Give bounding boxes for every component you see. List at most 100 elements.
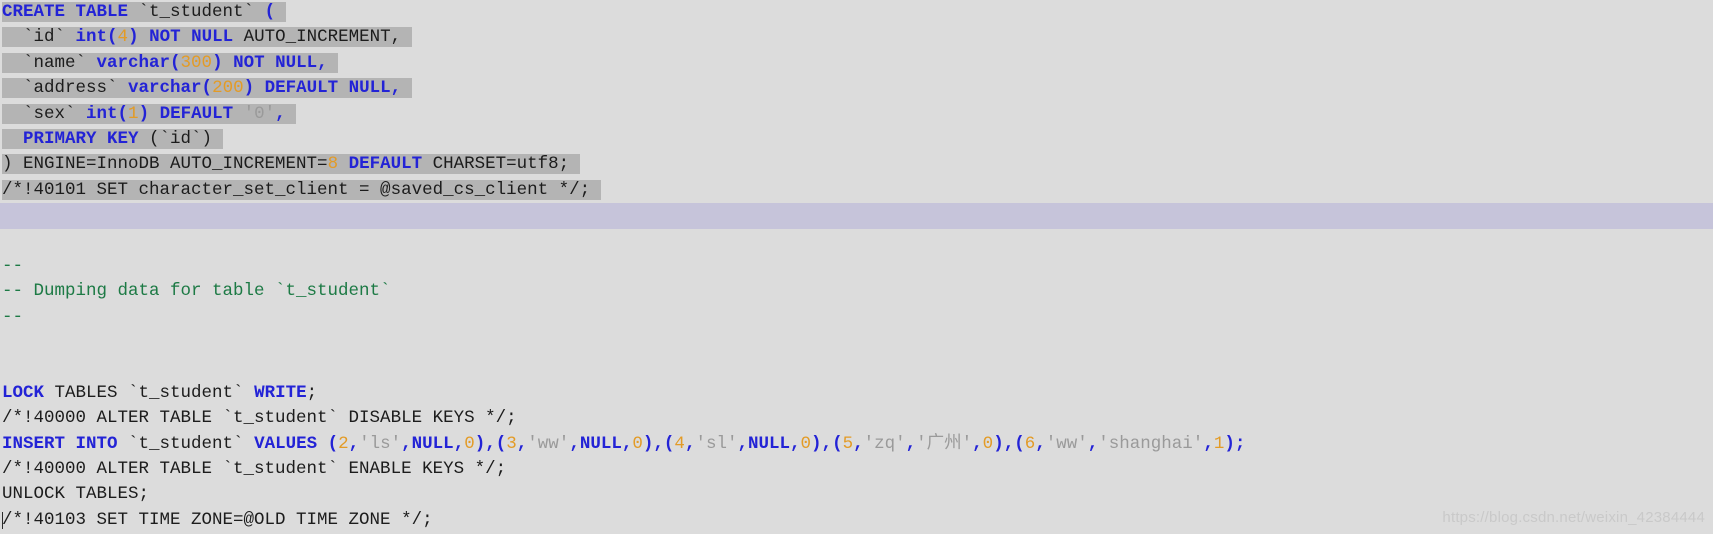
line-set-time-zone-tok-0: /*!40103 SET TIME ZONE=@OLD TIME ZONE */… [2, 509, 433, 530]
line-blank-2[interactable] [0, 330, 1713, 355]
line-blank-3[interactable] [0, 355, 1713, 380]
line-comment-dash-1-text: -- [2, 256, 23, 276]
line-col-sex[interactable]: `sex` int(1) DEFAULT '0', [0, 102, 1713, 127]
line-comment-dash-2-text: -- [2, 307, 23, 327]
line-col-name-tok-3: 300 [180, 52, 213, 73]
line-comment-dash-2[interactable]: -- [0, 305, 1713, 330]
line-col-id-sel-pad [401, 27, 412, 47]
line-insert-into-tok-52: ) [1224, 433, 1235, 454]
line-col-name-tok-2: ( [170, 52, 181, 73]
line-insert-into-tok-46: , [1035, 433, 1046, 454]
line-lock-tables-tok-1: TABLES `t_student` [44, 382, 255, 403]
line-insert-into-tok-47: 'ww' [1045, 433, 1088, 454]
line-col-sex-tok-4: ) [138, 103, 150, 124]
line-engine-sel-pad [569, 154, 580, 174]
line-col-address-tok-1: varchar [128, 78, 202, 99]
line-col-address-tok-2: ( [201, 78, 213, 99]
line-insert-into-tok-35: 5 [842, 433, 854, 454]
line-insert-into-tok-43: , [1003, 433, 1015, 454]
line-blank-highlight[interactable] [0, 203, 1713, 229]
line-comment-dumping[interactable]: -- Dumping data for table `t_student` [0, 279, 1713, 304]
line-engine-tok-1: 8 [327, 154, 339, 175]
line-insert-into-tok-31: 0 [800, 433, 812, 454]
line-insert-into-tok-11: 0 [464, 433, 475, 454]
line-insert-into-tok-32: ) [811, 433, 822, 454]
line-set-charset-client-sel-pad [590, 180, 601, 200]
line-col-address-tok-0: `address` [2, 78, 129, 99]
text-caret [2, 511, 3, 529]
line-col-id-tok-1: int [75, 27, 108, 48]
line-col-address[interactable]: `address` varchar(200) DEFAULT NULL, [0, 76, 1713, 101]
line-unlock-tables[interactable]: UNLOCK TABLES; [0, 482, 1713, 507]
line-unlock-tables-tok-0: UNLOCK TABLES; [2, 484, 150, 505]
line-set-charset-client-tok-0: /*!40101 SET character_set_client = @sav… [2, 179, 591, 200]
line-insert-into-tok-10: , [453, 433, 465, 454]
line-insert-into-tok-26: , [684, 433, 696, 454]
line-col-id-tok-3: 4 [117, 27, 129, 48]
line-insert-into-text: INSERT INTO `t_student` VALUES (2,'ls',N… [2, 434, 1245, 454]
line-comment-dumping-tok-0: -- Dumping data for table `t_student` [2, 281, 391, 302]
line-alter-disable-keys[interactable]: /*!40000 ALTER TABLE `t_student` DISABLE… [0, 406, 1713, 431]
line-insert-into-tok-29: NULL [747, 433, 790, 454]
code-lines-container[interactable]: CREATE TABLE `t_student` ( `id` int(4) N… [0, 0, 1713, 533]
line-engine-text: ) ENGINE=InnoDB AUTO_INCREMENT=8 DEFAULT… [2, 154, 580, 175]
line-alter-enable-keys-tok-0: /*!40000 ALTER TABLE `t_student` ENABLE … [2, 459, 507, 480]
line-col-id-tok-2: ( [107, 27, 118, 48]
line-create-table-tok-0: CREATE TABLE [2, 2, 129, 22]
line-insert-into-tok-16: , [516, 433, 528, 454]
line-comment-dash-2-tok-0: -- [2, 306, 24, 327]
line-insert-into[interactable]: INSERT INTO `t_student` VALUES (2,'ls',N… [0, 432, 1713, 457]
line-col-sex-tok-5 [149, 104, 160, 124]
line-col-sex-tok-8: , [275, 103, 286, 124]
line-col-name-tok-4: ) [212, 52, 223, 73]
line-engine[interactable]: ) ENGINE=InnoDB AUTO_INCREMENT=8 DEFAULT… [0, 152, 1713, 177]
line-col-id-tok-4: ) [128, 27, 139, 48]
line-insert-into-tok-15: 3 [506, 433, 517, 454]
line-set-time-zone[interactable]: /*!40103 SET TIME ZONE=@OLD TIME ZONE */… [0, 508, 1713, 533]
line-insert-into-tok-21: 0 [632, 433, 643, 454]
line-blank-1[interactable] [0, 229, 1713, 254]
line-alter-enable-keys[interactable]: /*!40000 ALTER TABLE `t_student` ENABLE … [0, 457, 1713, 482]
line-insert-into-tok-53: ; [1234, 433, 1246, 454]
line-comment-dumping-text: -- Dumping data for table `t_student` [2, 281, 391, 301]
line-col-sex-text: `sex` int(1) DEFAULT '0', [2, 103, 297, 124]
line-col-name-tok-1: varchar [96, 52, 171, 73]
line-insert-into-tok-14: ( [495, 433, 507, 454]
line-col-address-sel-pad [401, 78, 412, 98]
line-engine-tok-0: ) ENGINE=InnoDB AUTO_INCREMENT= [2, 154, 328, 175]
line-insert-into-tok-25: 4 [674, 433, 685, 454]
line-insert-into-tok-7: 'ls' [359, 433, 402, 454]
line-alter-disable-keys-text: /*!40000 ALTER TABLE `t_student` DISABLE… [2, 408, 517, 428]
line-col-id-tok-6: NOT NULL [149, 27, 234, 48]
line-col-sex-tok-1: int [86, 103, 118, 124]
line-insert-into-tok-45: 6 [1024, 433, 1036, 454]
line-comment-dash-1[interactable]: -- [0, 254, 1713, 279]
line-col-name-tok-0: `name` [2, 52, 97, 73]
line-insert-into-tok-33: , [821, 433, 833, 454]
line-col-name-tok-5 [223, 53, 234, 73]
line-primary-key[interactable]: PRIMARY KEY (`id`) [0, 127, 1713, 152]
line-alter-disable-keys-tok-0: /*!40000 ALTER TABLE `t_student` DISABLE… [2, 408, 517, 429]
sql-text-editor[interactable]: CREATE TABLE `t_student` ( `id` int(4) N… [0, 0, 1713, 534]
line-col-name[interactable]: `name` varchar(300) NOT NULL, [0, 51, 1713, 76]
line-col-id[interactable]: `id` int(4) NOT NULL AUTO_INCREMENT, [0, 25, 1713, 50]
line-lock-tables-tok-2: WRITE [254, 382, 307, 403]
line-col-sex-tok-7: '0' [233, 103, 276, 124]
line-set-charset-client[interactable]: /*!40101 SET character_set_client = @sav… [0, 178, 1713, 203]
line-insert-into-tok-0: INSERT INTO [2, 433, 118, 454]
line-col-id-text: `id` int(4) NOT NULL AUTO_INCREMENT, [2, 27, 412, 48]
line-insert-into-tok-6: , [348, 433, 360, 454]
line-col-name-text: `name` varchar(300) NOT NULL, [2, 52, 339, 73]
line-insert-into-tok-39: '广州' [916, 433, 973, 454]
line-insert-into-tok-48: , [1087, 433, 1099, 454]
line-lock-tables[interactable]: LOCK TABLES `t_student` WRITE; [0, 381, 1713, 406]
line-col-sex-tok-3: 1 [128, 103, 139, 124]
line-create-table[interactable]: CREATE TABLE `t_student` ( [0, 0, 1713, 25]
line-insert-into-tok-30: , [790, 433, 801, 454]
line-set-charset-client-text: /*!40101 SET character_set_client = @sav… [2, 179, 601, 200]
line-col-sex-tok-2: ( [117, 103, 129, 124]
line-set-time-zone-text: /*!40103 SET TIME ZONE=@OLD TIME ZONE */… [2, 510, 433, 530]
line-insert-into-tok-50: , [1203, 433, 1214, 454]
line-col-sex-sel-pad [286, 104, 297, 124]
line-create-table-tok-2: ( [264, 2, 276, 22]
